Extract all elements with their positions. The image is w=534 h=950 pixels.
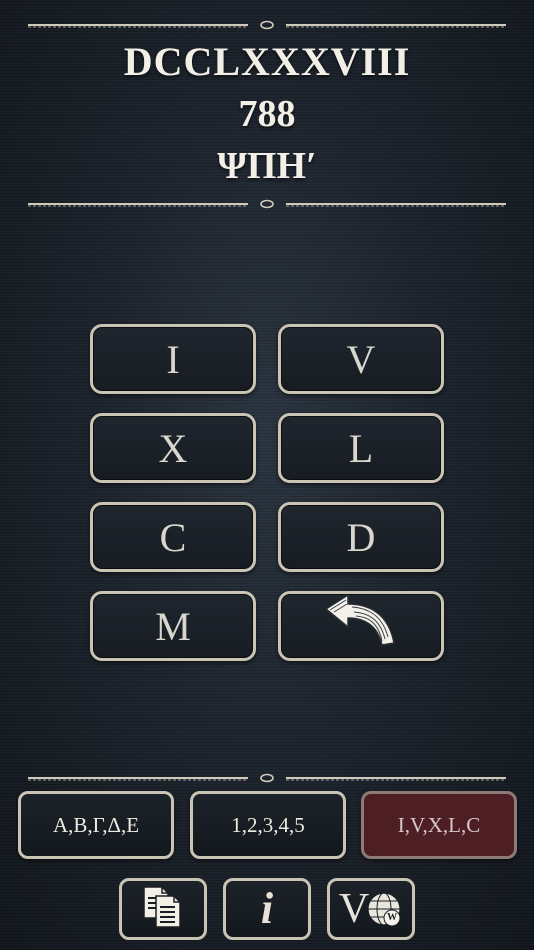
greek-mode-button[interactable]: Α,Β,Γ,Δ,Ε [18, 791, 174, 859]
wikipedia-button[interactable]: V W [327, 878, 415, 940]
globe-icon: W [365, 890, 403, 928]
arabic-number-display: 788 [238, 93, 296, 135]
key-m[interactable]: M [90, 591, 256, 661]
key-c[interactable]: C [90, 502, 256, 572]
roman-numeral-display: DCCLXXXVIII [123, 39, 411, 84]
roman-mode-button[interactable]: I,V,X,L,C [361, 791, 517, 859]
backspace-button[interactable] [278, 591, 444, 661]
top-ornament-divider [28, 20, 506, 30]
app-screen: DCCLXXXVIII 788 ΨΠΗʹ I V X L C D M Α,Β,Γ… [0, 0, 534, 950]
copy-button[interactable] [119, 878, 207, 940]
info-icon: i [260, 884, 274, 933]
key-v[interactable]: V [278, 324, 444, 394]
copy-icon [140, 884, 186, 934]
display-bottom-divider [28, 199, 506, 209]
key-i[interactable]: I [90, 324, 256, 394]
key-l[interactable]: L [278, 413, 444, 483]
arabic-mode-button[interactable]: 1,2,3,4,5 [190, 791, 346, 859]
wiki-badge-label: W [387, 912, 398, 923]
mode-top-divider [28, 773, 506, 783]
key-d[interactable]: D [278, 502, 444, 572]
key-x[interactable]: X [90, 413, 256, 483]
greek-numeral-display: ΨΠΗʹ [217, 145, 317, 187]
backspace-arrow-icon [322, 591, 400, 661]
info-button[interactable]: i [223, 878, 311, 940]
